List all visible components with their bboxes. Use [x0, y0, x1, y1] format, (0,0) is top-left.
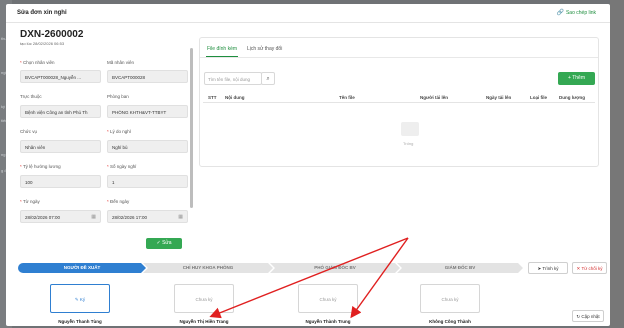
- col-header: Loại file: [530, 95, 548, 100]
- to-label: * Đến ngày: [107, 199, 130, 204]
- modal-header: Sửa đơn xin nghỉ 🔗 Sao chép link: [6, 4, 610, 23]
- pen-icon: ✎: [74, 297, 79, 302]
- created-time: tạo lúc 28/02/2026 06:53: [20, 41, 65, 46]
- from-label: * Từ ngày: [20, 199, 40, 204]
- tab-attachments[interactable]: File đính kèm: [207, 46, 237, 52]
- files-table-header: STT Nội dung Tên file Người tải lên Ngày…: [203, 91, 595, 103]
- step-proposer[interactable]: NGƯỜI ĐỀ XUẤT: [18, 263, 146, 273]
- search-button[interactable]: ⌕: [261, 72, 275, 85]
- save-button[interactable]: ✓ Sửa: [146, 238, 182, 249]
- signature-box[interactable]: Chưa ký: [420, 284, 480, 313]
- to-date-value: 28/02/2026 17:00: [112, 215, 148, 220]
- bg-label: ký: [1, 104, 5, 109]
- col-header: Ngày tải lên: [486, 95, 512, 100]
- calendar-icon: ▦: [91, 214, 96, 220]
- col-header: Tên file: [339, 95, 355, 100]
- edit-leave-modal: Sửa đơn xin nghỉ 🔗 Sao chép link DXN-2600…: [6, 4, 610, 326]
- step-department-head[interactable]: CHỈ HUY KHOA PHÒNG: [143, 263, 273, 273]
- file-search-input[interactable]: Tìm tên file, nội dung: [204, 72, 262, 85]
- col-header: STT: [208, 95, 217, 100]
- employee-select[interactable]: BVCAPT000028_Nguyễn ...: [20, 70, 101, 83]
- from-date-value: 28/02/2026 07:00: [25, 215, 61, 220]
- active-tab-indicator: [206, 56, 238, 57]
- approval-workflow: NGƯỜI ĐỀ XUẤT CHỈ HUY KHOA PHÒNG PHÓ GIÁ…: [18, 263, 523, 273]
- signer-name: Nguyễn Thanh Tùng: [58, 319, 102, 324]
- salary-rate-label: * Tỷ lệ hưởng lương: [20, 164, 61, 169]
- calendar-icon: ▦: [178, 214, 183, 220]
- reject-sign-button[interactable]: ✕ Từ chối ký: [572, 262, 607, 274]
- copy-link-label: Sao chép link: [565, 10, 596, 16]
- add-file-button[interactable]: + Thêm: [558, 72, 595, 85]
- signer-name: Nguyễn Thành Trung: [305, 319, 351, 324]
- modal-title: Sửa đơn xin nghỉ: [17, 10, 67, 16]
- background-right: [610, 0, 624, 328]
- employee-code-field[interactable]: BVCAPT000028: [107, 70, 188, 83]
- tabs-divider: [200, 57, 598, 58]
- reason-select[interactable]: Nghỉ bù: [107, 140, 188, 153]
- department-label: Phòng ban: [107, 94, 129, 99]
- leave-form: DXN-2600002 tạo lúc 28/02/2026 06:53 * C…: [17, 26, 193, 250]
- tab-history[interactable]: Lịch sử thay đổi: [247, 46, 282, 52]
- position-label: Chức vụ: [20, 129, 38, 134]
- signature-box[interactable]: Chưa ký: [298, 284, 358, 313]
- send-icon: ➤: [537, 266, 542, 271]
- position-field[interactable]: Nhân viên: [20, 140, 101, 153]
- unit-label: Trực thuộc: [20, 94, 42, 99]
- search-icon: ⌕: [266, 76, 270, 82]
- col-header: Nội dung: [225, 95, 245, 100]
- step-director[interactable]: GIÁM ĐỐC BV: [397, 263, 523, 273]
- days-field[interactable]: 1: [107, 175, 188, 188]
- col-header: Dung lượng: [559, 95, 585, 100]
- col-header: Người tải lên: [420, 95, 448, 100]
- update-button[interactable]: ↻ Cập nhật: [572, 310, 604, 322]
- department-field[interactable]: PHÒNG KHTH&VT-TTBYT: [107, 105, 188, 118]
- submit-sign-button[interactable]: ➤ Trình ký: [528, 262, 568, 274]
- employee-code-label: Mã nhân viên: [107, 60, 135, 65]
- salary-rate-field[interactable]: 100: [20, 175, 101, 188]
- unit-field[interactable]: Bệnh viện Công an tỉnh Phú Th: [20, 105, 101, 118]
- reason-label: * Lý do nghỉ: [107, 129, 131, 134]
- form-scrollbar[interactable]: [190, 48, 193, 208]
- link-icon: 🔗: [556, 10, 564, 16]
- empty-box-icon: [401, 122, 419, 136]
- empty-text: Trống: [403, 141, 414, 146]
- signer-name: Không Công Thành: [429, 319, 471, 324]
- days-label: * Số ngày nghỉ: [107, 164, 137, 169]
- signature-box[interactable]: ✎ Ký: [50, 284, 110, 313]
- attachments-panel: File đính kèm Lịch sử thay đổi Tìm tên f…: [199, 37, 599, 167]
- employee-label: * Chọn nhân viên: [20, 60, 55, 65]
- signature-box[interactable]: Chưa ký: [174, 284, 234, 313]
- step-deputy-director[interactable]: PHÓ GIÁM ĐỐC BV: [270, 263, 400, 273]
- to-date-field[interactable]: 28/02/2026 17:00 ▦: [107, 210, 188, 223]
- copy-link-button[interactable]: 🔗 Sao chép link: [556, 9, 596, 16]
- signer-name: Nguyễn Thị Hiền Trang: [179, 319, 229, 324]
- from-date-field[interactable]: 28/02/2026 07:00 ▦: [20, 210, 101, 223]
- document-code: DXN-2600002: [20, 29, 84, 40]
